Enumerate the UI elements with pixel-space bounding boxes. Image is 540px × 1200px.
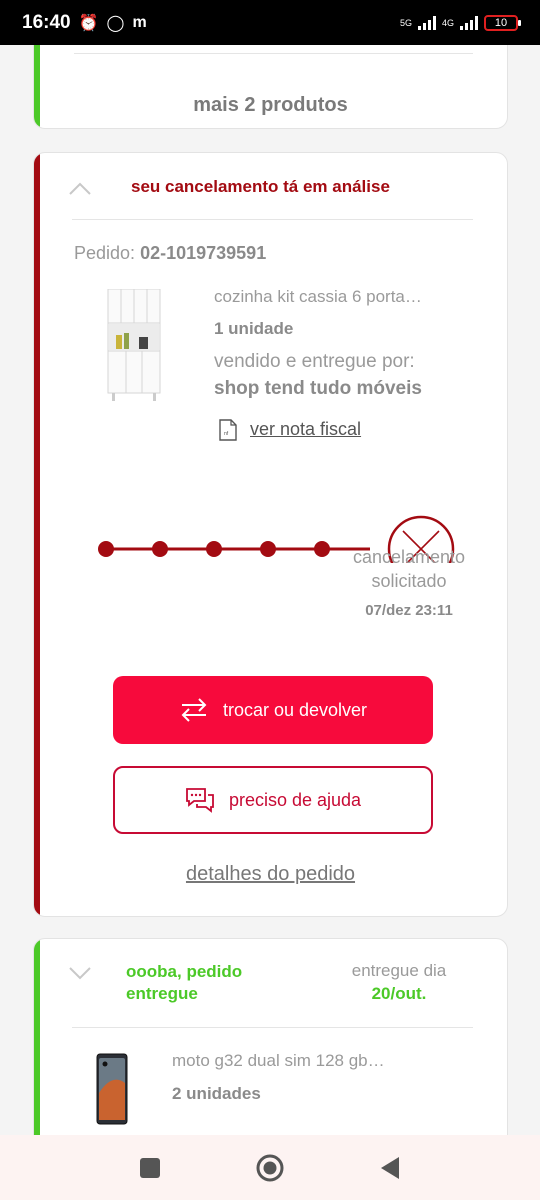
- status-bar: 16:40 ⏰ ◯ m 5G 4G 10: [0, 0, 540, 45]
- swap-arrows-icon: [181, 698, 207, 722]
- tracking-step: [206, 541, 222, 557]
- battery-icon: 10: [484, 14, 521, 31]
- order-details-link[interactable]: detalhes do pedido: [34, 863, 507, 886]
- system-icons: 5G 4G 10: [399, 14, 521, 31]
- divider: [72, 219, 473, 220]
- cancel-step-label: cancelamento solicitado: [352, 547, 466, 591]
- more-products-link[interactable]: mais 2 produtos: [34, 94, 507, 117]
- square-icon[interactable]: [139, 1157, 161, 1179]
- orders-list[interactable]: mais 2 produtos seu cancelamento tá em a…: [0, 45, 540, 1135]
- clock: 16:40: [22, 11, 71, 33]
- divider: [74, 53, 473, 54]
- order-status: seu cancelamento tá em análise: [131, 177, 390, 196]
- order-status: oooba, pedido entregue: [126, 962, 243, 1003]
- exchange-return-label: trocar ou devolver: [222, 699, 368, 720]
- document-icon: nf: [219, 419, 237, 441]
- product-quantity: 1 unidade: [214, 319, 294, 338]
- product-name[interactable]: moto g32 dual sim 128 gb…: [172, 1051, 385, 1071]
- notification-icons: ⏰ ◯ m: [79, 13, 147, 33]
- invoice-link[interactable]: ver nota fiscal: [250, 419, 361, 440]
- seller-name: shop tend tudo móveis: [214, 378, 422, 399]
- order-label: Pedido:: [74, 243, 136, 263]
- tracking-step: [260, 541, 276, 557]
- need-help-button[interactable]: preciso de ajuda: [113, 766, 433, 834]
- chevron-down-icon[interactable]: [69, 967, 91, 981]
- order-number-value: 02-1019739591: [140, 243, 267, 263]
- m-app-icon: m: [132, 13, 147, 31]
- network-5g-label: 5G: [399, 17, 412, 28]
- delivered-date: 20/out.: [371, 984, 427, 1003]
- network-4g-label: 4G: [441, 17, 454, 28]
- order-number: Pedido: 02-1019739591: [74, 243, 266, 264]
- signal-1-icon: [417, 15, 436, 30]
- system-nav-bar: [0, 1135, 540, 1200]
- tracking-step: [98, 541, 114, 557]
- back-triangle-icon[interactable]: [379, 1156, 401, 1180]
- sold-by-label: vendido e entregue por:: [214, 351, 415, 372]
- order-card-more: mais 2 produtos: [33, 45, 508, 129]
- order-card-delivered: oooba, pedido entregue entregue dia 20/o…: [33, 938, 508, 1135]
- need-help-label: preciso de ajuda: [228, 789, 362, 810]
- svg-text:nf: nf: [224, 431, 229, 437]
- order-card-cancel: seu cancelamento tá em análise Pedido: 0…: [33, 152, 508, 917]
- cancel-step-date: 07/dez 23:11: [365, 602, 453, 619]
- whatsapp-icon: ◯: [106, 14, 125, 32]
- delivered-label: entregue dia: [351, 961, 447, 980]
- divider: [72, 1027, 473, 1028]
- product-image[interactable]: [106, 289, 162, 401]
- product-name[interactable]: cozinha kit cassia 6 porta…: [214, 287, 422, 307]
- signal-2-icon: [460, 15, 478, 30]
- tracking-step: [152, 541, 168, 557]
- chat-bubbles-icon: [186, 788, 214, 813]
- product-image[interactable]: [96, 1053, 128, 1125]
- product-quantity: 2 unidades: [172, 1084, 261, 1103]
- exchange-return-button[interactable]: trocar ou devolver: [113, 676, 433, 744]
- home-circle-icon[interactable]: [256, 1154, 284, 1182]
- mute-alarm-icon: ⏰: [78, 14, 99, 32]
- chevron-up-icon[interactable]: [69, 181, 91, 195]
